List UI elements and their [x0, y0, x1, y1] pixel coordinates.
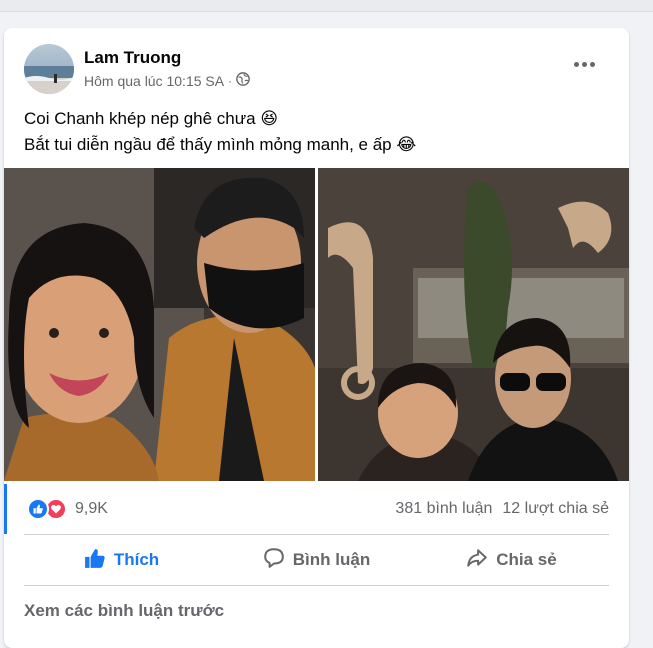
post-stats: 9,9K 381 bình luận 12 lượt chia sẻ: [4, 484, 629, 534]
post-text: Coi Chanh khép nép ghê chưa 😆 Bắt tui di…: [24, 106, 614, 158]
post-timestamp[interactable]: Hôm qua lúc 10:15 SA: [84, 73, 224, 89]
thumbs-up-icon: [84, 547, 106, 574]
like-label: Thích: [113, 550, 160, 569]
share-arrow-icon: [466, 547, 488, 574]
photo-2[interactable]: [318, 168, 629, 481]
top-bar: [0, 0, 653, 12]
comment-count[interactable]: 381 bình luận: [395, 500, 492, 518]
share-count[interactable]: 12 lượt chia sẻ: [502, 500, 609, 518]
comment-button[interactable]: Bình luận: [219, 535, 414, 585]
post-text-line2: Bắt tui diễn ngầu để thấy mình mỏng manh…: [24, 135, 417, 154]
comment-label: Bình luận: [292, 550, 371, 569]
globe-icon[interactable]: [236, 72, 250, 89]
more-options-icon[interactable]: [569, 54, 599, 74]
author-avatar[interactable]: [24, 44, 74, 94]
author-name[interactable]: Lam Truong: [84, 48, 181, 68]
reactions-summary[interactable]: 9,9K: [27, 498, 108, 520]
comment-bubble-icon: [263, 547, 285, 574]
post-header: Lam Truong Hôm qua lúc 10:15 SA ·: [24, 44, 609, 94]
engagement-counts: 381 bình luận 12 lượt chia sẻ: [395, 500, 609, 518]
photo-1[interactable]: [4, 168, 315, 481]
post-text-line1: Coi Chanh khép nép ghê chưa 😆: [24, 109, 279, 128]
reaction-count: 9,9K: [75, 500, 108, 517]
separator-dot: ·: [228, 73, 233, 88]
photo-grid: [4, 168, 629, 481]
post-card: Lam Truong Hôm qua lúc 10:15 SA · Coi Ch…: [4, 28, 629, 648]
post-actions: Thích Bình luận Chia sẻ: [24, 534, 609, 586]
share-button[interactable]: Chia sẻ: [414, 535, 609, 585]
view-previous-comments-link[interactable]: Xem các bình luận trước: [24, 601, 224, 621]
post-meta: Hôm qua lúc 10:15 SA ·: [84, 72, 250, 89]
like-button[interactable]: Thích: [24, 535, 219, 585]
like-reaction-icon: [27, 498, 49, 520]
share-label: Chia sẻ: [496, 550, 557, 569]
